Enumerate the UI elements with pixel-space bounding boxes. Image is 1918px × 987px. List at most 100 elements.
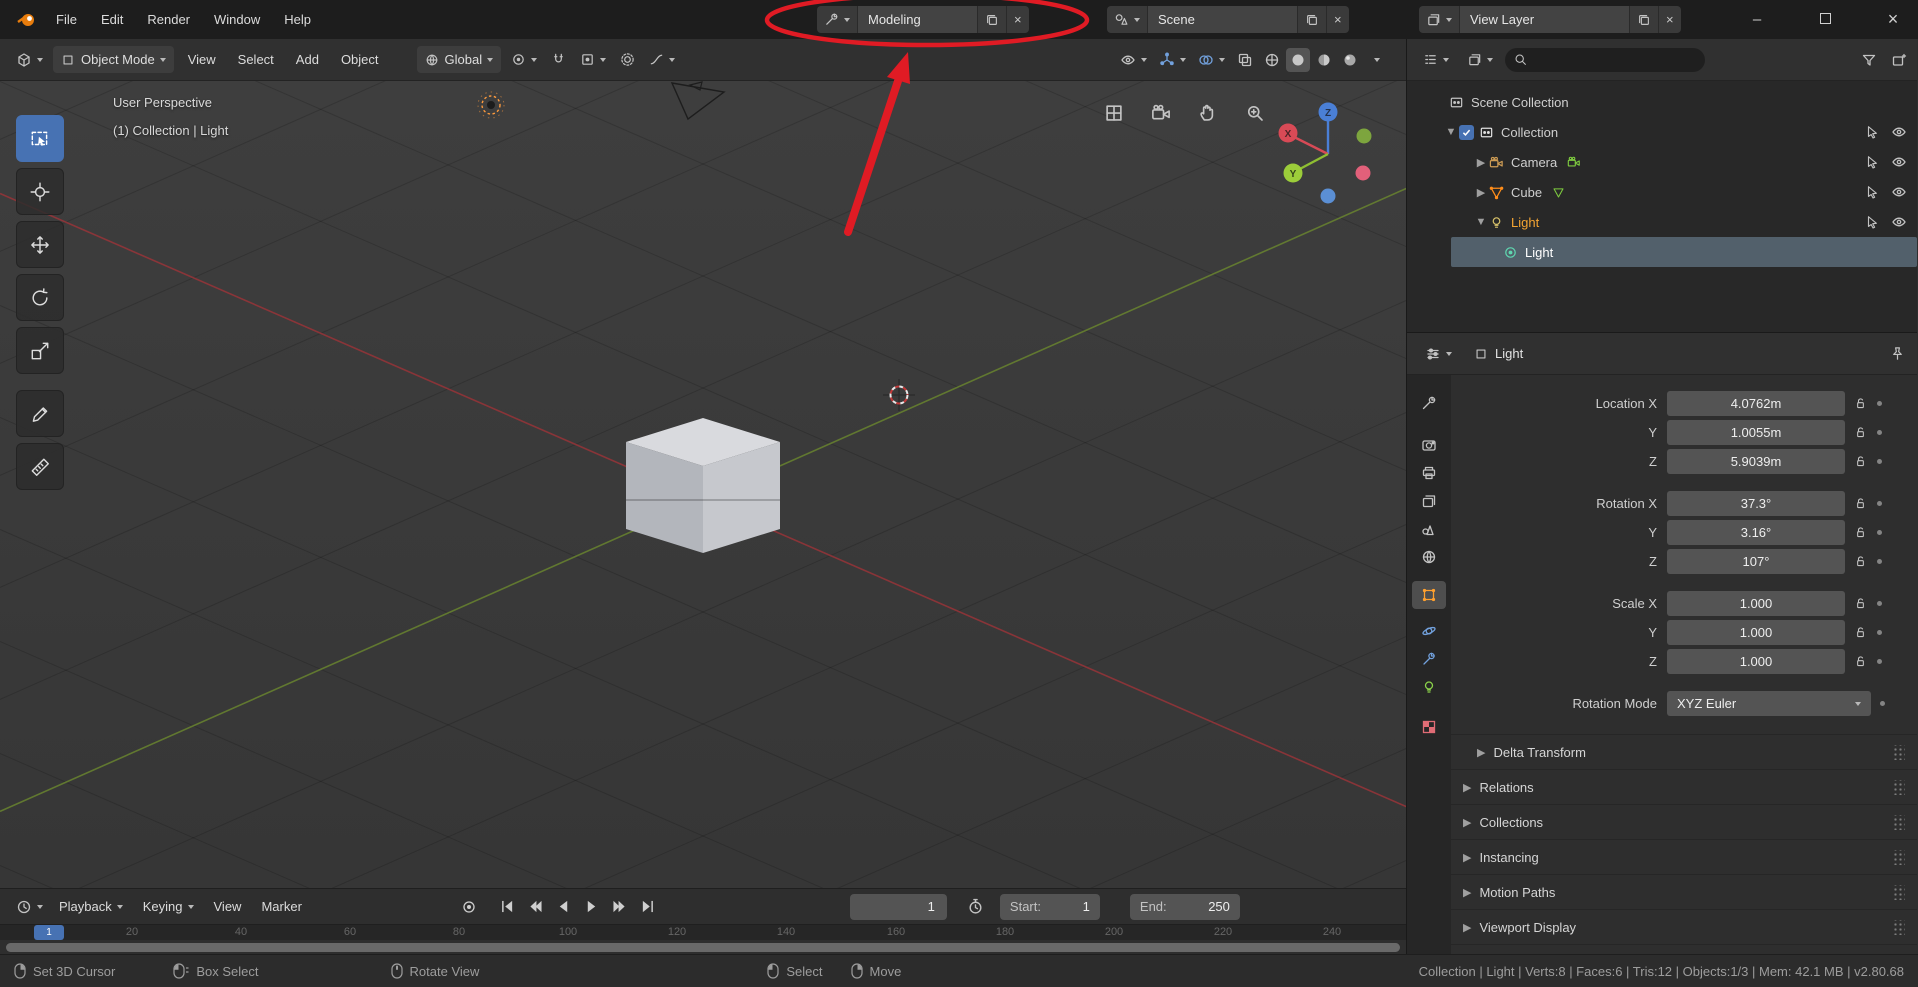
- scene-close-button[interactable]: ×: [1327, 6, 1349, 33]
- lock-open-icon[interactable]: [1854, 497, 1867, 510]
- pivot-point-selector[interactable]: [506, 46, 542, 73]
- play-button[interactable]: [579, 895, 604, 919]
- panel-instancing[interactable]: ▶ Instancing: [1451, 839, 1917, 874]
- lock-open-icon[interactable]: [1854, 397, 1867, 410]
- tool-rotate[interactable]: [16, 274, 64, 321]
- menu-window[interactable]: Window: [202, 0, 272, 39]
- previous-keyframe-button[interactable]: [523, 895, 548, 919]
- lock-open-icon[interactable]: [1854, 655, 1867, 668]
- outliner-row-light[interactable]: ▼ Light: [1407, 207, 1917, 237]
- visibility-eye-icon[interactable]: [1891, 124, 1907, 140]
- scale-y-input[interactable]: 1.000: [1667, 620, 1845, 645]
- visibility-eye-icon[interactable]: [1891, 214, 1907, 230]
- properties-editor-type-button[interactable]: [1420, 340, 1457, 367]
- menu-playback[interactable]: Playback: [49, 899, 133, 914]
- workspace-duplicate-button[interactable]: [978, 6, 1007, 33]
- lock-open-icon[interactable]: [1854, 597, 1867, 610]
- window-close-button[interactable]: ×: [1882, 9, 1904, 30]
- panel-collections[interactable]: ▶ Collections: [1451, 804, 1917, 839]
- animate-dot[interactable]: [1877, 501, 1882, 506]
- gizmos-selector[interactable]: [1154, 46, 1191, 73]
- outliner-editor-type-button[interactable]: [1418, 46, 1454, 73]
- outliner-row-collection[interactable]: ▼ Collection: [1407, 117, 1917, 147]
- timeline-playhead[interactable]: 1: [34, 925, 64, 940]
- snap-target-selector[interactable]: [575, 46, 611, 73]
- editor-type-button[interactable]: [11, 46, 48, 73]
- workspace-name-field[interactable]: Modeling: [858, 6, 978, 33]
- filter-icon[interactable]: [1861, 52, 1877, 68]
- jump-to-end-button[interactable]: [635, 895, 660, 919]
- outliner-row-scene-collection[interactable]: Scene Collection: [1407, 87, 1917, 117]
- menu-marker[interactable]: Marker: [251, 899, 311, 914]
- outliner-row-light-data[interactable]: Light: [1451, 237, 1917, 267]
- menu-view[interactable]: View: [178, 52, 226, 67]
- selectable-icon[interactable]: [1865, 185, 1879, 199]
- animate-dot[interactable]: [1877, 601, 1882, 606]
- rotation-x-input[interactable]: 37.3°: [1667, 491, 1845, 516]
- scrollbar-thumb[interactable]: [6, 942, 1400, 952]
- location-y-input[interactable]: 1.0055m: [1667, 420, 1845, 445]
- xray-toggle[interactable]: [1232, 46, 1258, 73]
- selectable-icon[interactable]: [1865, 215, 1879, 229]
- animate-dot[interactable]: [1877, 430, 1882, 435]
- play-reverse-button[interactable]: [551, 895, 576, 919]
- disclosure-closed-icon[interactable]: ▶: [1473, 186, 1489, 199]
- timeline-editor-type-button[interactable]: [11, 893, 48, 920]
- shading-options-selector[interactable]: [1364, 46, 1385, 73]
- toggle-ortho-icon[interactable]: [1100, 99, 1127, 126]
- scale-x-input[interactable]: 1.000: [1667, 591, 1845, 616]
- view-layer-browse-button[interactable]: [1419, 6, 1460, 33]
- panel-grip[interactable]: [1892, 814, 1905, 830]
- rotation-y-input[interactable]: 3.16°: [1667, 520, 1845, 545]
- tab-view-layer[interactable]: [1412, 487, 1446, 515]
- animate-dot[interactable]: [1877, 401, 1882, 406]
- visibility-eye-icon[interactable]: [1891, 184, 1907, 200]
- snap-toggle[interactable]: [546, 46, 571, 73]
- rotation-mode-select[interactable]: XYZ Euler: [1667, 691, 1871, 716]
- lock-open-icon[interactable]: [1854, 626, 1867, 639]
- scene-duplicate-button[interactable]: [1298, 6, 1327, 33]
- outliner-search[interactable]: [1505, 47, 1705, 72]
- tool-annotate[interactable]: [16, 390, 64, 437]
- outliner-row-camera[interactable]: ▶ Camera: [1407, 147, 1917, 177]
- disclosure-closed-icon[interactable]: ▶: [1473, 156, 1489, 169]
- window-minimize-button[interactable]: –: [1746, 11, 1768, 28]
- tab-tool[interactable]: [1412, 389, 1446, 417]
- tool-measure[interactable]: [16, 443, 64, 490]
- proportional-falloff-selector[interactable]: [644, 46, 680, 73]
- tab-constraints[interactable]: [1412, 645, 1446, 673]
- new-collection-icon[interactable]: [1891, 52, 1907, 68]
- panel-relations[interactable]: ▶ Relations: [1451, 769, 1917, 804]
- tab-object-data[interactable]: [1412, 673, 1446, 701]
- menu-file[interactable]: File: [44, 0, 89, 39]
- pan-view-icon[interactable]: [1194, 99, 1221, 126]
- disclosure-open-icon[interactable]: ▼: [1443, 126, 1459, 138]
- proportional-editing-toggle[interactable]: [615, 46, 640, 73]
- horizontal-scrollbar[interactable]: [0, 940, 1406, 954]
- collection-checkbox[interactable]: [1459, 124, 1474, 140]
- mode-selector[interactable]: Object Mode: [53, 46, 174, 73]
- view-layer-name-field[interactable]: View Layer: [1460, 6, 1630, 33]
- tab-world[interactable]: [1412, 543, 1446, 571]
- animate-dot[interactable]: [1877, 459, 1882, 464]
- panel-grip[interactable]: [1892, 779, 1905, 795]
- scale-z-input[interactable]: 1.000: [1667, 649, 1845, 674]
- view-layer-duplicate-button[interactable]: [1630, 6, 1659, 33]
- panel-grip[interactable]: [1892, 849, 1905, 865]
- current-frame-field[interactable]: 1: [849, 893, 947, 920]
- outliner-display-mode-button[interactable]: [1462, 46, 1498, 73]
- selectable-icon[interactable]: [1865, 155, 1879, 169]
- transform-orientation-selector[interactable]: Global: [416, 46, 502, 73]
- tab-output[interactable]: [1412, 459, 1446, 487]
- panel-grip[interactable]: [1892, 884, 1905, 900]
- rotation-z-input[interactable]: 107°: [1667, 549, 1845, 574]
- menu-help[interactable]: Help: [272, 0, 323, 39]
- shading-wireframe-button[interactable]: [1260, 48, 1284, 72]
- lock-open-icon[interactable]: [1854, 526, 1867, 539]
- overlays-selector[interactable]: [1193, 46, 1230, 73]
- frame-end-field[interactable]: End: 250: [1129, 893, 1240, 920]
- shading-solid-button[interactable]: [1286, 47, 1310, 72]
- tab-scene[interactable]: [1412, 515, 1446, 543]
- animate-dot[interactable]: [1880, 701, 1885, 706]
- panel-delta-transform[interactable]: ▶ Delta Transform: [1451, 734, 1917, 769]
